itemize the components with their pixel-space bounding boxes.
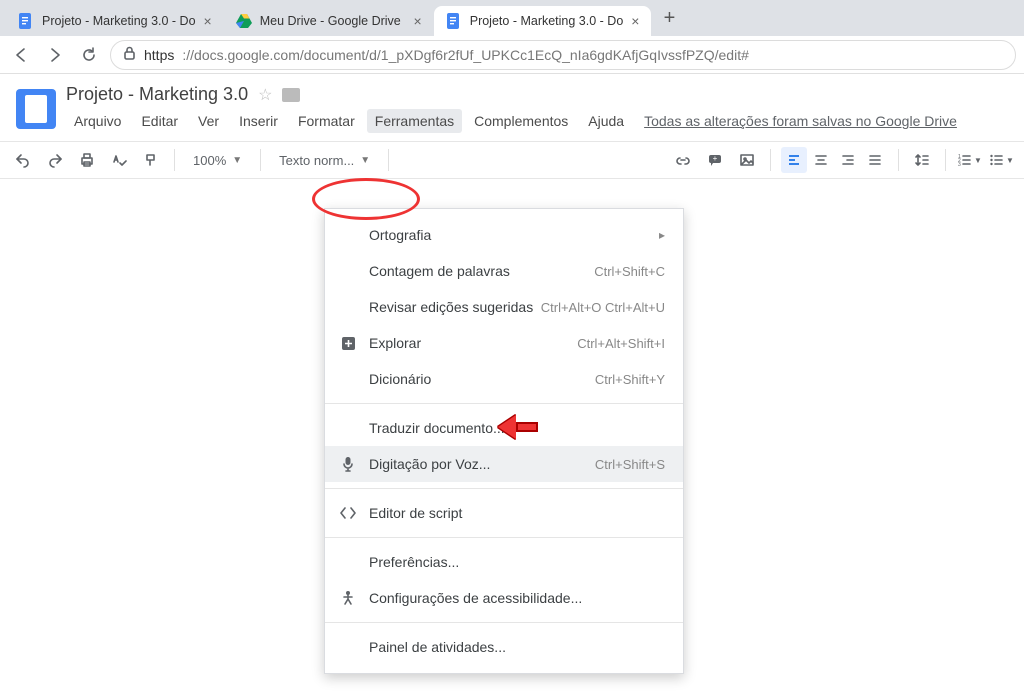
bulleted-list-button[interactable]: ▼ (988, 147, 1014, 173)
address-bar[interactable]: https ://docs.google.com/document/d/1_pXD… (110, 40, 1016, 70)
insert-image-button[interactable] (734, 147, 760, 173)
insert-link-button[interactable] (670, 147, 696, 173)
browser-toolbar: https ://docs.google.com/document/d/1_pXD… (0, 36, 1024, 74)
align-group (781, 147, 888, 173)
code-icon (339, 504, 357, 522)
explore-icon (339, 334, 357, 352)
browser-tab[interactable]: Projeto - Marketing 3.0 - Do × (6, 6, 224, 36)
chevron-down-icon: ▼ (1006, 156, 1014, 165)
document-title[interactable]: Projeto - Marketing 3.0 (66, 84, 248, 105)
close-icon[interactable]: × (414, 13, 422, 29)
url-protocol: https (144, 47, 174, 63)
line-spacing-button[interactable] (909, 147, 935, 173)
align-center-button[interactable] (808, 147, 834, 173)
menu-complementos[interactable]: Complementos (466, 109, 576, 133)
menu-item-editor-script[interactable]: Editor de script (325, 495, 683, 531)
menu-item-traduzir[interactable]: Traduzir documento... (325, 410, 683, 446)
align-right-button[interactable] (835, 147, 861, 173)
drive-favicon-icon (236, 13, 252, 29)
star-icon[interactable]: ☆ (258, 85, 272, 105)
chevron-down-icon: ▼ (974, 156, 982, 165)
align-left-button[interactable] (781, 147, 807, 173)
undo-button[interactable] (10, 147, 36, 173)
menu-ajuda[interactable]: Ajuda (580, 109, 632, 133)
menu-arquivo[interactable]: Arquivo (66, 109, 129, 133)
new-tab-button[interactable]: + (655, 4, 683, 32)
menu-item-explorar[interactable]: ExplorarCtrl+Alt+Shift+I (325, 325, 683, 361)
svg-text:+: + (713, 154, 718, 163)
back-button[interactable] (8, 42, 34, 68)
menu-item-acessibilidade[interactable]: Configurações de acessibilidade... (325, 580, 683, 616)
reload-button[interactable] (76, 42, 102, 68)
spellcheck-button[interactable] (106, 147, 132, 173)
menu-divider (325, 488, 683, 489)
menu-ver[interactable]: Ver (190, 109, 227, 133)
docs-header: Projeto - Marketing 3.0 ☆ Arquivo Editar… (0, 74, 1024, 133)
menu-item-contagem-palavras[interactable]: Contagem de palavrasCtrl+Shift+C (325, 253, 683, 289)
folder-icon[interactable] (282, 88, 300, 102)
formatting-toolbar: 100%▼ Texto norm...▼ + 123▼ ▼ (0, 141, 1024, 179)
secure-icon (123, 46, 136, 63)
close-icon[interactable]: × (631, 13, 639, 29)
menu-inserir[interactable]: Inserir (231, 109, 286, 133)
menu-formatar[interactable]: Formatar (290, 109, 363, 133)
chevron-down-icon: ▼ (360, 155, 370, 166)
redo-button[interactable] (42, 147, 68, 173)
menu-item-revisar-edicoes[interactable]: Revisar edições sugeridasCtrl+Alt+O Ctrl… (325, 289, 683, 325)
mic-icon (339, 455, 357, 473)
menu-item-dicionario[interactable]: DicionárioCtrl+Shift+Y (325, 361, 683, 397)
menu-item-painel-atividades[interactable]: Painel de atividades... (325, 629, 683, 665)
docs-logo-icon[interactable] (16, 89, 56, 129)
svg-text:3: 3 (958, 162, 961, 168)
paint-format-button[interactable] (138, 147, 164, 173)
menu-item-preferencias[interactable]: Preferências... (325, 544, 683, 580)
browser-tab-active[interactable]: Projeto - Marketing 3.0 - Do × (434, 6, 652, 36)
numbered-list-button[interactable]: 123▼ (956, 147, 982, 173)
url-text: ://docs.google.com/document/d/1_pXDgf6r2… (182, 47, 749, 63)
ferramentas-menu: Ortografia▸ Contagem de palavrasCtrl+Shi… (324, 208, 684, 674)
docs-favicon-icon (18, 13, 34, 29)
forward-button[interactable] (42, 42, 68, 68)
paragraph-style-select[interactable]: Texto norm...▼ (271, 147, 378, 173)
accessibility-icon (339, 589, 357, 607)
docs-favicon-icon (446, 13, 462, 29)
menu-divider (325, 622, 683, 623)
close-icon[interactable]: × (204, 13, 212, 29)
menu-item-ortografia[interactable]: Ortografia▸ (325, 217, 683, 253)
save-status[interactable]: Todas as alterações foram salvas no Goog… (644, 109, 957, 133)
menu-bar: Arquivo Editar Ver Inserir Formatar Ferr… (66, 109, 957, 133)
print-button[interactable] (74, 147, 100, 173)
menu-editar[interactable]: Editar (133, 109, 186, 133)
submenu-arrow-icon: ▸ (659, 228, 665, 242)
menu-ferramentas[interactable]: Ferramentas (367, 109, 462, 133)
tab-title: Meu Drive - Google Drive (260, 14, 406, 28)
browser-tab[interactable]: Meu Drive - Google Drive × (224, 6, 434, 36)
align-justify-button[interactable] (862, 147, 888, 173)
menu-item-digitacao-voz[interactable]: Digitação por Voz...Ctrl+Shift+S (325, 446, 683, 482)
docs-app: Projeto - Marketing 3.0 ☆ Arquivo Editar… (0, 74, 1024, 179)
chevron-down-icon: ▼ (232, 155, 242, 166)
tab-title: Projeto - Marketing 3.0 - Do (470, 14, 624, 28)
browser-tabbar: Projeto - Marketing 3.0 - Do × Meu Drive… (0, 0, 1024, 36)
add-comment-button[interactable]: + (702, 147, 728, 173)
menu-divider (325, 537, 683, 538)
tab-title: Projeto - Marketing 3.0 - Do (42, 14, 196, 28)
zoom-select[interactable]: 100%▼ (185, 147, 250, 173)
menu-divider (325, 403, 683, 404)
